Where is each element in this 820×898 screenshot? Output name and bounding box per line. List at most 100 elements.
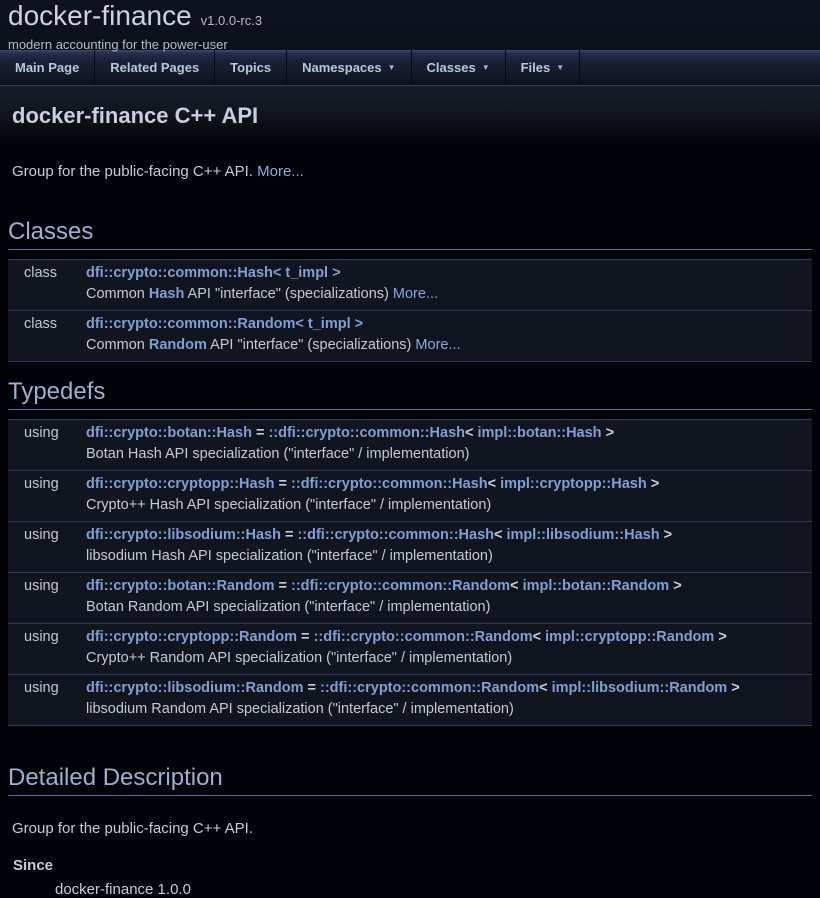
since-block: Since docker-finance 1.0.0 [13,857,812,898]
class-name-link[interactable]: dfi::crypto::common::Random< t_impl > [86,316,363,332]
tab-label: Topics [230,60,271,75]
template-close: > [660,527,673,543]
equals-sign: = [252,425,269,441]
section-heading-classes: Classes [8,220,812,250]
tab-main-page[interactable]: Main Page [0,50,95,85]
tab-label: Namespaces [302,60,382,75]
tab-label: Files [521,60,551,75]
typedef-name-link[interactable]: dfi::crypto::botan::Hash [86,425,252,441]
typedef-row: using dfi::crypto::botan::Random = ::dfi… [8,573,812,624]
equals-sign: = [281,527,298,543]
class-row: class dfi::crypto::common::Hash< t_impl … [8,260,812,311]
tab-files[interactable]: Files ▼ [506,50,581,85]
typedef-name-link[interactable]: dfi::crypto::botan::Random [86,578,274,594]
typedef-description: Botan Random API specialization ("interf… [86,599,812,616]
typedef-keyword: using [8,425,86,463]
since-label: Since [13,857,812,874]
typedef-keyword: using [8,527,86,565]
template-close: > [727,680,740,696]
typedef-impl-link[interactable]: impl::botan::Hash [478,425,602,441]
equals-sign: = [303,680,320,696]
main-nav: Main Page Related Pages Topics Namespace… [0,50,820,86]
more-link[interactable]: More... [393,286,438,302]
intro-paragraph: Group for the public-facing C++ API. Mor… [12,163,812,180]
equals-sign: = [297,629,314,645]
equals-sign: = [275,476,292,492]
class-description: Common Random API "interface" (specializ… [86,337,812,354]
typedef-base-link[interactable]: ::dfi::crypto::common::Hash [268,425,465,441]
template-open: < [465,425,478,441]
typedef-name-link[interactable]: dfi::crypto::libsodium::Random [86,680,303,696]
template-close: > [602,425,615,441]
typedef-keyword: using [8,476,86,514]
typedef-impl-link[interactable]: impl::cryptopp::Random [545,629,714,645]
typedef-name-link[interactable]: dfi::crypto::libsodium::Hash [86,527,281,543]
typedef-name-link[interactable]: dfi::crypto::cryptopp::Random [86,629,297,645]
tab-namespaces[interactable]: Namespaces ▼ [287,50,411,85]
typedef-keyword: using [8,578,86,616]
typedef-impl-link[interactable]: impl::libsodium::Hash [507,527,660,543]
template-open: < [488,476,501,492]
typedef-keyword: using [8,680,86,718]
page-header: docker-finance C++ API [0,86,820,145]
desc-text: API "interface" (specializations) [184,286,393,302]
desc-text: Common [86,337,149,353]
template-close: > [669,578,682,594]
class-keyword: class [8,316,86,354]
desc-text: API "interface" (specializations) [207,337,416,353]
more-link[interactable]: More... [257,163,304,180]
tab-label: Classes [427,60,476,75]
typedefs-table: using dfi::crypto::botan::Hash = ::dfi::… [8,419,812,726]
typedef-description: Crypto++ Hash API specialization ("inter… [86,497,812,514]
chevron-down-icon: ▼ [556,63,564,72]
chevron-down-icon: ▼ [388,63,396,72]
detailed-description-text: Group for the public-facing C++ API. [12,820,812,837]
typedef-keyword: using [8,629,86,667]
typedef-row: using dfi::crypto::cryptopp::Random = ::… [8,624,812,675]
class-desc-link[interactable]: Hash [149,286,184,302]
typedef-row: using dfi::crypto::cryptopp::Hash = ::df… [8,471,812,522]
typedef-description: libsodium Random API specialization ("in… [86,701,812,718]
typedef-impl-link[interactable]: impl::botan::Random [523,578,670,594]
typedef-base-link[interactable]: ::dfi::crypto::common::Random [314,629,533,645]
template-close: > [647,476,660,492]
typedef-impl-link[interactable]: impl::cryptopp::Hash [500,476,647,492]
template-open: < [533,629,546,645]
typedef-base-link[interactable]: ::dfi::crypto::common::Hash [297,527,494,543]
typedef-base-link[interactable]: ::dfi::crypto::common::Random [291,578,510,594]
typedef-name-link[interactable]: dfi::crypto::cryptopp::Hash [86,476,275,492]
typedef-base-link[interactable]: ::dfi::crypto::common::Random [320,680,539,696]
class-description: Common Hash API "interface" (specializat… [86,286,812,303]
template-close: > [714,629,727,645]
class-row: class dfi::crypto::common::Random< t_imp… [8,311,812,361]
classes-table: class dfi::crypto::common::Hash< t_impl … [8,259,812,362]
project-version: v1.0.0-rc.3 [201,5,262,36]
typedef-description: libsodium Hash API specialization ("inte… [86,548,812,565]
tab-label: Main Page [15,60,79,75]
intro-text: Group for the public-facing C++ API. [12,163,253,180]
content-area: Group for the public-facing C++ API. Mor… [0,145,820,898]
project-name: docker-finance [8,0,192,31]
typedef-row: using dfi::crypto::libsodium::Random = :… [8,675,812,725]
desc-text: Common [86,286,149,302]
class-keyword: class [8,265,86,303]
typedef-base-link[interactable]: ::dfi::crypto::common::Hash [291,476,488,492]
class-desc-link[interactable]: Random [149,337,207,353]
more-link[interactable]: More... [415,337,460,353]
typedef-row: using dfi::crypto::libsodium::Hash = ::d… [8,522,812,573]
typedef-impl-link[interactable]: impl::libsodium::Random [552,680,728,696]
title-area: docker-finance v1.0.0-rc.3 modern accoun… [0,0,820,50]
typedef-description: Crypto++ Random API specialization ("int… [86,650,812,667]
tab-label: Related Pages [110,60,199,75]
chevron-down-icon: ▼ [482,63,490,72]
section-heading-typedefs: Typedefs [8,380,812,410]
section-heading-detailed-description: Detailed Description [8,766,812,796]
tab-topics[interactable]: Topics [215,50,287,85]
equals-sign: = [274,578,291,594]
template-open: < [510,578,523,594]
tab-related-pages[interactable]: Related Pages [95,50,215,85]
class-name-link[interactable]: dfi::crypto::common::Hash< t_impl > [86,265,341,281]
page-title: docker-finance C++ API [12,103,258,129]
tab-classes[interactable]: Classes ▼ [412,50,506,85]
template-open: < [494,527,507,543]
